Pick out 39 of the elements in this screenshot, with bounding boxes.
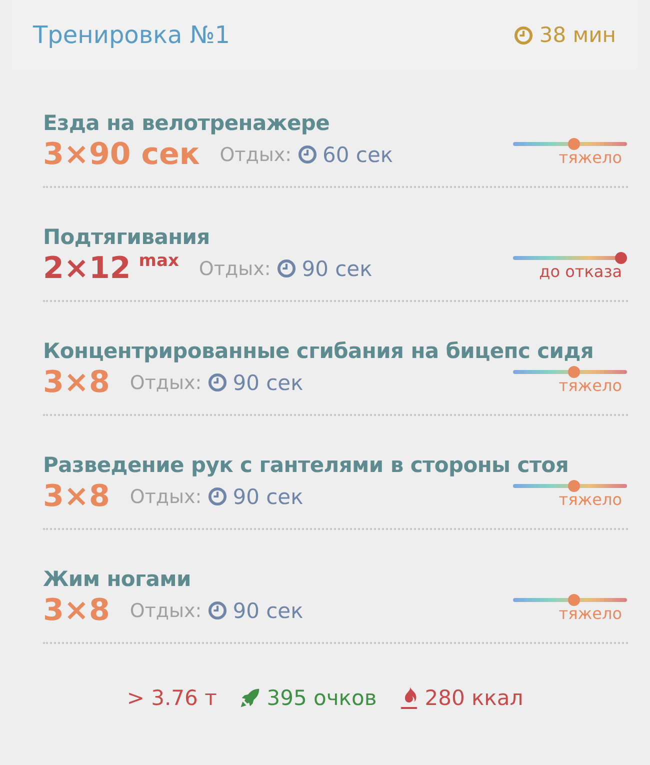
points-stat: 395 очков [238,686,377,710]
intensity-label: до отказа [539,262,622,281]
rest-time: 60 сек [298,142,394,166]
clock-icon [208,487,227,506]
exercise-name: Разведение рук с гантелями в стороны стоя [43,453,570,477]
sets-reps: 3×8 [43,365,110,400]
rest-label: Отдых: [130,372,202,394]
sets-reps: 2×12 [43,251,131,286]
clock-icon [298,145,317,164]
intensity-label: тяжело [558,604,622,623]
sets-reps: 3×8 [43,593,110,628]
clock-icon [208,373,227,392]
rest-time: 90 сек [208,598,304,622]
intensity-label: тяжело [558,376,622,395]
rest-label: Отдых: [220,144,292,166]
exercise-name: Жим ногами [43,567,192,591]
rest-label: Отдых: [130,486,202,508]
exercise-name: Концентрированные сгибания на бицепс сидя [43,339,595,363]
workout-title: Тренировка №1 [33,21,230,49]
flame-icon [398,686,419,710]
rocket-icon [238,687,261,709]
rest-label: Отдых: [130,600,202,622]
sets-suffix: max [138,251,179,271]
weight-stat: > 3.76 т [126,686,217,710]
clock-icon [514,26,534,44]
exercise-name: Езда на велотренажере [43,111,331,135]
exercise-name: Подтягивания [43,225,211,249]
rest-time: 90 сек [276,256,372,280]
rest-time: 90 сек [208,484,304,508]
rest-label: Отдых: [198,258,271,280]
rest-time: 90 сек [208,370,304,394]
intensity-label: тяжело [558,490,622,509]
clock-icon [208,601,227,620]
duration: 38 мин [514,23,616,47]
sets-reps: 3×90 сек [43,137,200,172]
sets-reps: 3×8 [43,479,110,514]
intensity-label: тяжело [558,148,622,167]
clock-icon [276,259,296,278]
calories-stat: 280 ккал [398,686,524,710]
